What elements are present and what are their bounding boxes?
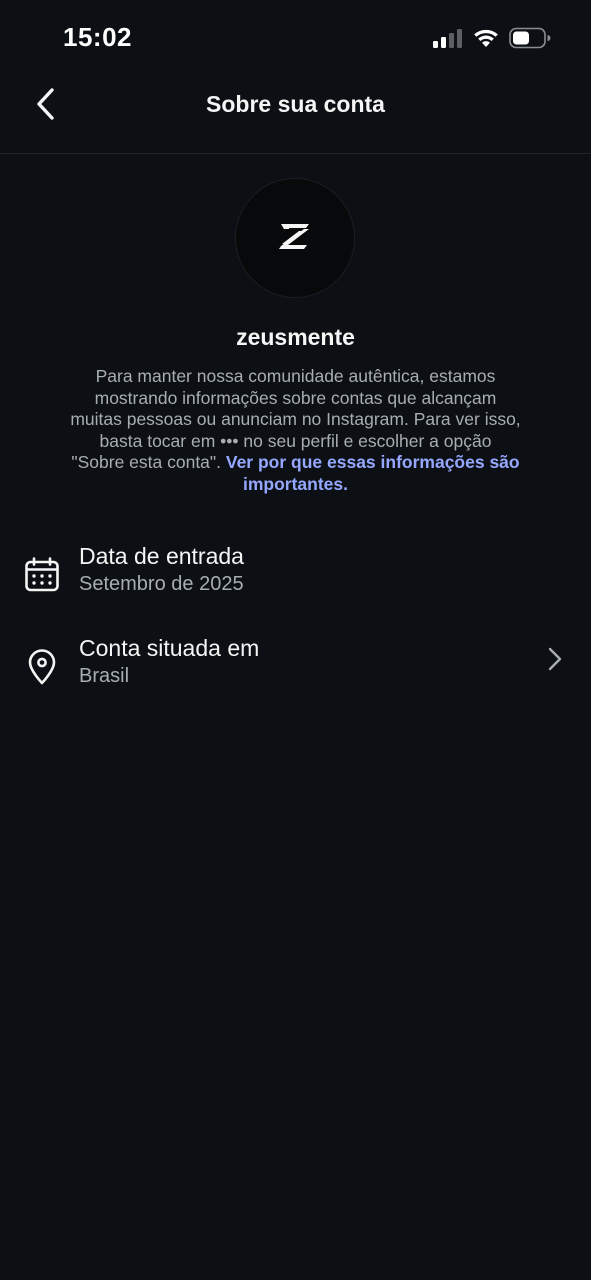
info-description: Para manter nossa comunidade autêntica, … (42, 366, 549, 496)
row-value: Setembro de 2025 (79, 573, 244, 595)
status-time: 15:02 (63, 22, 132, 52)
location-pin-icon (24, 649, 60, 685)
row-title: Data de entrada (79, 543, 244, 569)
account-location-row[interactable]: Conta situada em Brasil (0, 635, 591, 705)
learn-more-link-cont[interactable]: importantes. (243, 474, 348, 494)
brand-logo-icon (277, 221, 313, 256)
row-title: Conta situada em (79, 635, 260, 661)
wifi-icon (473, 28, 499, 53)
calendar-icon (24, 557, 60, 593)
header: Sobre sua conta (0, 80, 591, 154)
join-date-row: Data de entrada Setembro de 2025 (0, 543, 591, 613)
description-line: "Sobre esta conta". (71, 452, 226, 473)
page-title: Sobre sua conta (206, 91, 385, 117)
cellular-signal-icon (433, 28, 463, 53)
description-line: Para manter nossa comunidade autêntica, … (95, 366, 496, 386)
description-line: mostrando informações sobre contas que a… (94, 387, 497, 408)
battery-icon (509, 27, 551, 54)
status-icons (433, 27, 551, 54)
description-line: basta tocar em ••• no seu perfil e escol… (99, 430, 492, 451)
learn-more-link[interactable]: Ver por que essas informações são (226, 452, 520, 472)
avatar (235, 178, 355, 298)
status-bar: 15:02 (0, 0, 591, 80)
username: zeusmente (236, 324, 355, 350)
description-line: muitas pessoas ou anunciam no Instagram.… (70, 409, 521, 430)
row-value: Brasil (79, 665, 130, 687)
chevron-right-icon (547, 647, 563, 671)
